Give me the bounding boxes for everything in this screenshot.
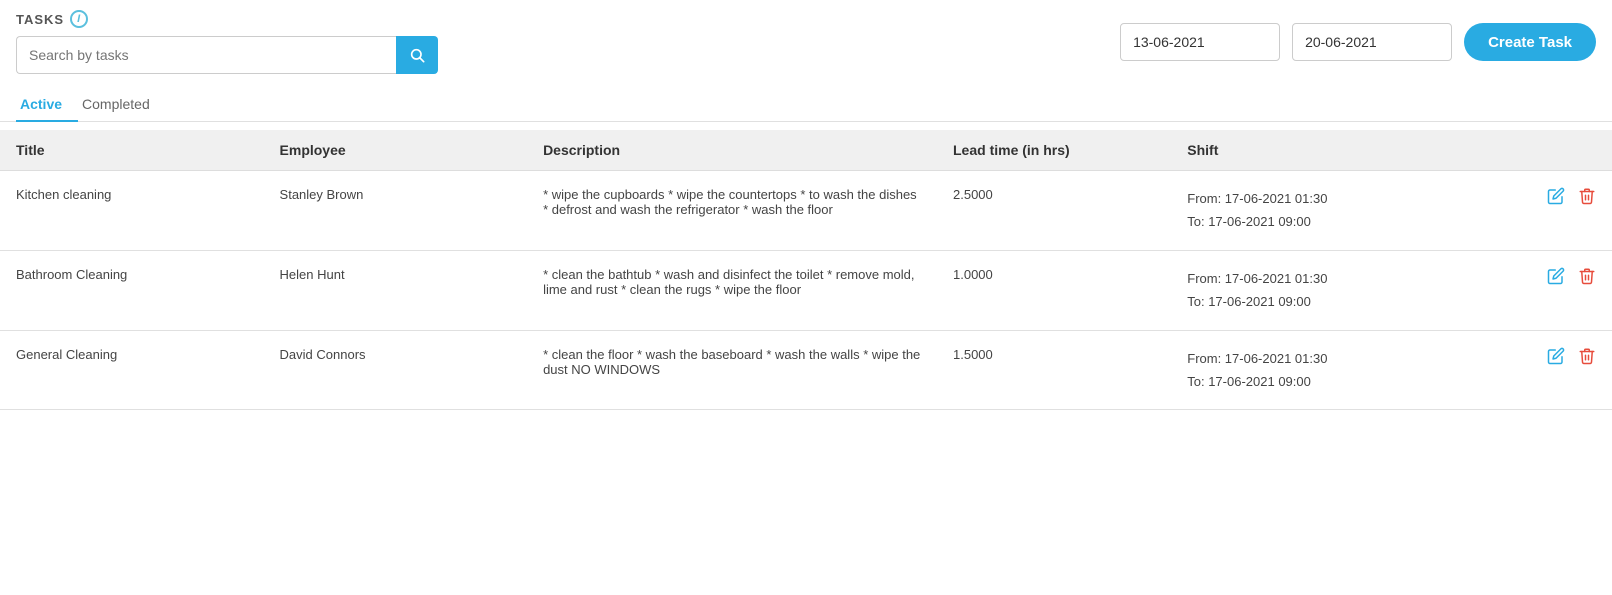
- shift-from: From: 17-06-2021 01:30: [1187, 187, 1477, 210]
- cell-actions: [1493, 250, 1612, 330]
- table-row: Kitchen cleaning Stanley Brown * wipe th…: [0, 171, 1612, 251]
- shift-from: From: 17-06-2021 01:30: [1187, 347, 1477, 370]
- search-input[interactable]: [16, 36, 396, 74]
- cell-lead-time: 1.0000: [937, 250, 1171, 330]
- tasks-label: TASKS: [16, 12, 64, 27]
- cell-description: * clean the bathtub * wash and disinfect…: [527, 250, 937, 330]
- cell-shift: From: 17-06-2021 01:30 To: 17-06-2021 09…: [1171, 171, 1493, 251]
- table-row: General Cleaning David Connors * clean t…: [0, 330, 1612, 410]
- shift-to: To: 17-06-2021 09:00: [1187, 210, 1477, 233]
- col-header-employee: Employee: [264, 130, 528, 171]
- cell-actions: [1493, 330, 1612, 410]
- cell-description: * clean the floor * wash the baseboard *…: [527, 330, 937, 410]
- table-row: Bathroom Cleaning Helen Hunt * clean the…: [0, 250, 1612, 330]
- table-header: Title Employee Description Lead time (in…: [0, 130, 1612, 171]
- cell-title: General Cleaning: [0, 330, 264, 410]
- cell-shift: From: 17-06-2021 01:30 To: 17-06-2021 09…: [1171, 250, 1493, 330]
- cell-employee: Stanley Brown: [264, 171, 528, 251]
- cell-description: * wipe the cupboards * wipe the countert…: [527, 171, 937, 251]
- shift-from: From: 17-06-2021 01:30: [1187, 267, 1477, 290]
- cell-employee: David Connors: [264, 330, 528, 410]
- search-button[interactable]: [396, 36, 438, 74]
- col-header-actions: [1493, 130, 1612, 171]
- cell-actions: [1493, 171, 1612, 251]
- col-header-description: Description: [527, 130, 937, 171]
- info-icon[interactable]: i: [70, 10, 88, 28]
- edit-icon[interactable]: [1547, 269, 1570, 289]
- tab-active[interactable]: Active: [16, 88, 78, 122]
- date-from-input[interactable]: [1120, 23, 1280, 61]
- delete-icon[interactable]: [1578, 189, 1596, 209]
- create-task-button[interactable]: Create Task: [1464, 23, 1596, 61]
- cell-title: Bathroom Cleaning: [0, 250, 264, 330]
- page-header: TASKS i Create Task: [0, 0, 1612, 84]
- cell-title: Kitchen cleaning: [0, 171, 264, 251]
- header-row: Title Employee Description Lead time (in…: [0, 130, 1612, 171]
- col-header-shift: Shift: [1171, 130, 1493, 171]
- cell-lead-time: 1.5000: [937, 330, 1171, 410]
- shift-to: To: 17-06-2021 09:00: [1187, 290, 1477, 313]
- tab-completed[interactable]: Completed: [78, 88, 166, 122]
- cell-lead-time: 2.5000: [937, 171, 1171, 251]
- delete-icon[interactable]: [1578, 349, 1596, 369]
- shift-to: To: 17-06-2021 09:00: [1187, 370, 1477, 393]
- cell-employee: Helen Hunt: [264, 250, 528, 330]
- task-table-container: Title Employee Description Lead time (in…: [0, 130, 1612, 410]
- task-table: Title Employee Description Lead time (in…: [0, 130, 1612, 410]
- search-row: [16, 36, 438, 74]
- header-left: TASKS i: [16, 10, 438, 74]
- cell-shift: From: 17-06-2021 01:30 To: 17-06-2021 09…: [1171, 330, 1493, 410]
- date-to-input[interactable]: [1292, 23, 1452, 61]
- col-header-lead-time: Lead time (in hrs): [937, 130, 1171, 171]
- col-header-title: Title: [0, 130, 264, 171]
- task-table-body: Kitchen cleaning Stanley Brown * wipe th…: [0, 171, 1612, 410]
- tasks-title-row: TASKS i: [16, 10, 438, 28]
- delete-icon[interactable]: [1578, 269, 1596, 289]
- edit-icon[interactable]: [1547, 189, 1570, 209]
- edit-icon[interactable]: [1547, 349, 1570, 369]
- search-icon: [409, 47, 425, 63]
- tabs-container: Active Completed: [0, 88, 1612, 122]
